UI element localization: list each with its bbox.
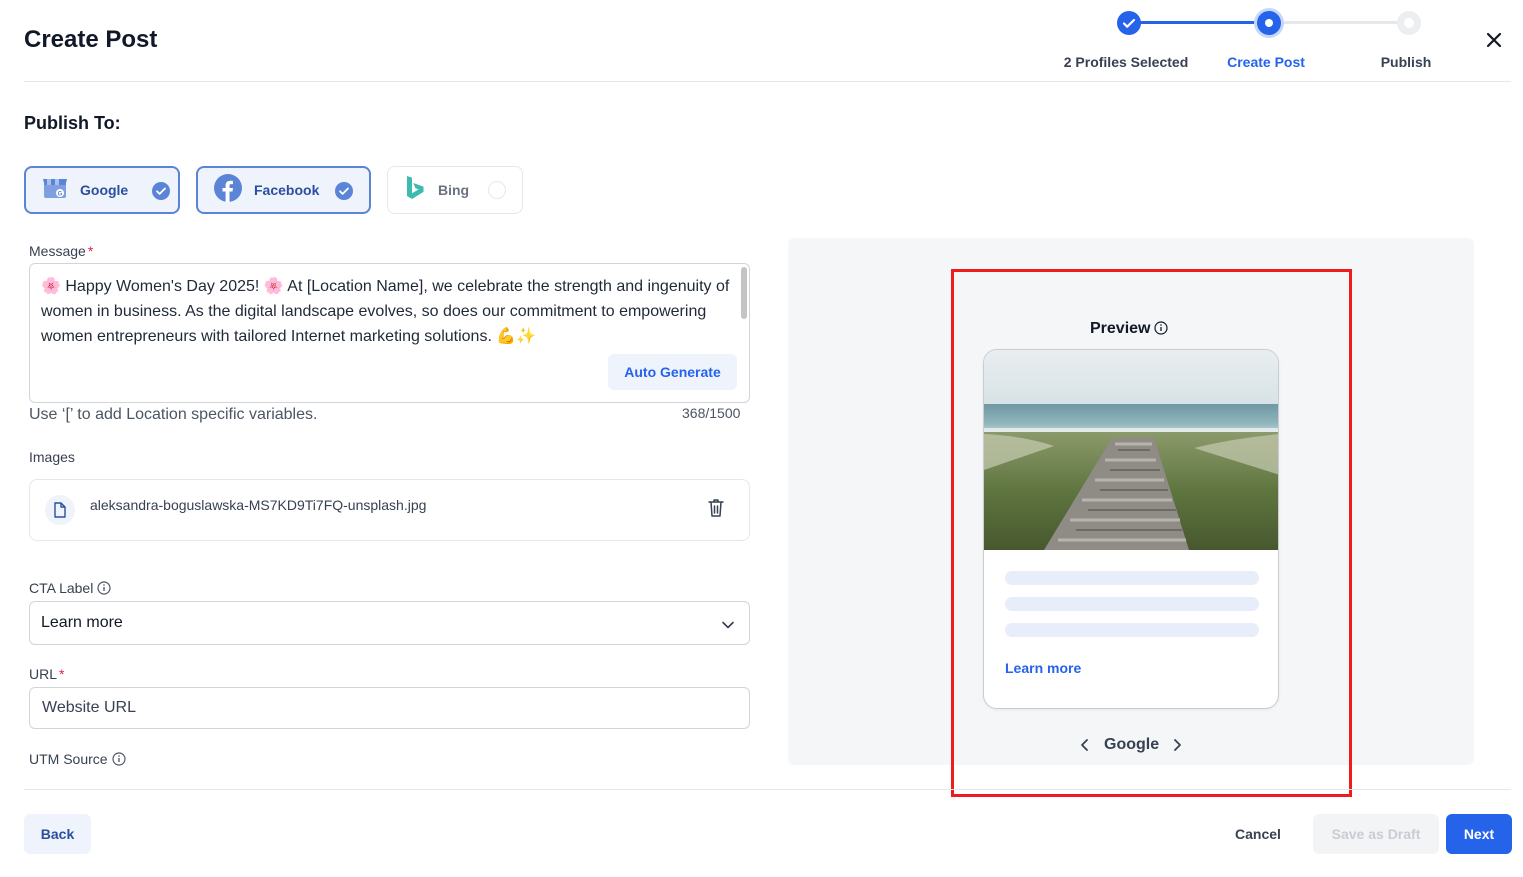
character-counter: 368/1500 [682,405,741,421]
channel-facebook-label: Facebook [254,182,320,198]
url-input[interactable] [29,687,750,729]
chevron-down-icon [721,617,735,635]
step-label-create-post: Create Post [1227,54,1305,70]
cta-select[interactable]: Learn more [29,601,750,645]
stepper-line-pending [1269,21,1409,24]
save-draft-button[interactable]: Save as Draft [1313,814,1439,854]
image-file-name: aleksandra-boguslawska-MS7KD9Ti7FQ-unspl… [90,497,427,513]
footer-divider [24,789,1511,790]
stepper-line-complete [1129,21,1269,24]
step-label-profiles: 2 Profiles Selected [1063,54,1189,70]
channel-facebook-chip[interactable]: Facebook [196,166,371,214]
header-divider [24,81,1511,82]
next-button[interactable]: Next [1446,814,1512,854]
close-icon[interactable] [1484,30,1504,50]
check-circle-icon [335,182,353,200]
cta-selected-value: Learn more [41,614,123,631]
images-label: Images [29,449,75,465]
create-post-dialog: Create Post 2 Profiles Selected Create P… [0,0,1523,877]
channel-bing-label: Bing [438,182,470,198]
image-file-item: aleksandra-boguslawska-MS7KD9Ti7FQ-unspl… [29,479,750,541]
url-label: URL * [29,666,65,682]
google-business-icon: G [42,176,68,205]
channel-bing-chip[interactable]: Bing [387,166,523,214]
page-title: Create Post [24,26,158,53]
back-button[interactable]: Back [24,814,91,854]
facebook-icon [214,173,242,207]
info-icon[interactable] [97,581,111,598]
trash-icon[interactable] [706,497,726,519]
svg-text:G: G [58,191,63,197]
step-pending-icon [1397,11,1421,35]
message-label: Message * [29,243,94,259]
channel-google-chip[interactable]: G Google [24,166,180,214]
file-icon [45,495,75,525]
cta-label: CTA Label [29,580,111,598]
bing-icon [404,175,426,206]
check-circle-icon [152,182,170,200]
step-complete-check-icon [1117,11,1141,35]
highlight-box [951,269,1352,797]
auto-generate-button[interactable]: Auto Generate [608,354,737,390]
channel-google-label: Google [80,182,129,198]
info-icon[interactable] [111,752,126,769]
cancel-button[interactable]: Cancel [1222,814,1294,854]
step-label-publish: Publish [1380,54,1432,70]
step-active-icon [1257,11,1281,35]
publish-to-heading: Publish To: [24,113,121,133]
message-scrollbar[interactable] [741,267,747,319]
utm-source-label: UTM Source [29,751,126,769]
variables-hint: Use ‘[’ to add Location specific variabl… [29,406,318,423]
unchecked-circle-icon [488,181,506,199]
